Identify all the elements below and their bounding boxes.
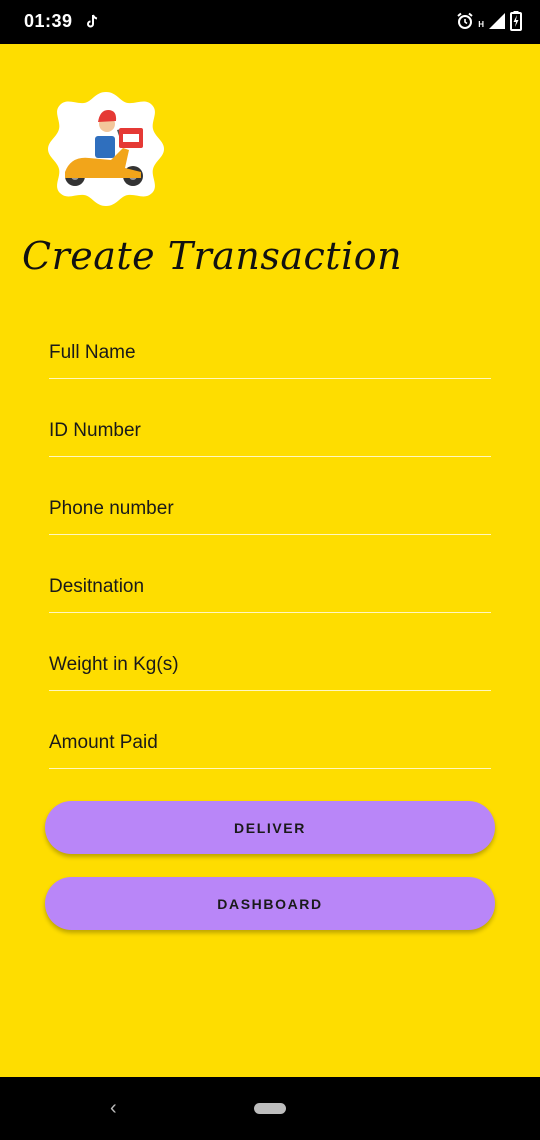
full-name-input[interactable] — [49, 342, 491, 364]
destination-input[interactable] — [49, 576, 491, 598]
back-icon[interactable]: ‹ — [110, 1097, 117, 1120]
deliver-button[interactable]: DELIVER — [45, 801, 495, 854]
home-pill-icon[interactable] — [254, 1103, 286, 1114]
alarm-icon — [457, 12, 473, 29]
navigation-bar: ‹ — [0, 1077, 540, 1140]
create-transaction-screen: Create Transaction DELIVER DASHBOARD — [0, 44, 540, 1077]
page-title: Create Transaction — [22, 234, 403, 278]
phone-number-field[interactable] — [49, 457, 491, 535]
amount-paid-input[interactable] — [49, 732, 491, 754]
signal-icon — [489, 13, 505, 29]
battery-charging-icon — [510, 11, 522, 31]
status-icons: H — [456, 11, 522, 31]
weight-field[interactable] — [49, 613, 491, 691]
id-number-field[interactable] — [49, 379, 491, 457]
weight-input[interactable] — [49, 654, 491, 676]
id-number-input[interactable] — [49, 420, 491, 442]
dashboard-button[interactable]: DASHBOARD — [45, 877, 495, 930]
full-name-field[interactable] — [49, 301, 491, 379]
status-bar: 01:39 H — [0, 0, 540, 44]
destination-field[interactable] — [49, 535, 491, 613]
status-time: 01:39 — [24, 11, 73, 31]
delivery-scooter-logo — [48, 92, 164, 206]
amount-paid-field[interactable] — [49, 691, 491, 769]
phone-number-input[interactable] — [49, 498, 491, 520]
tiktok-icon — [87, 14, 98, 28]
network-type-label: H — [478, 19, 484, 29]
